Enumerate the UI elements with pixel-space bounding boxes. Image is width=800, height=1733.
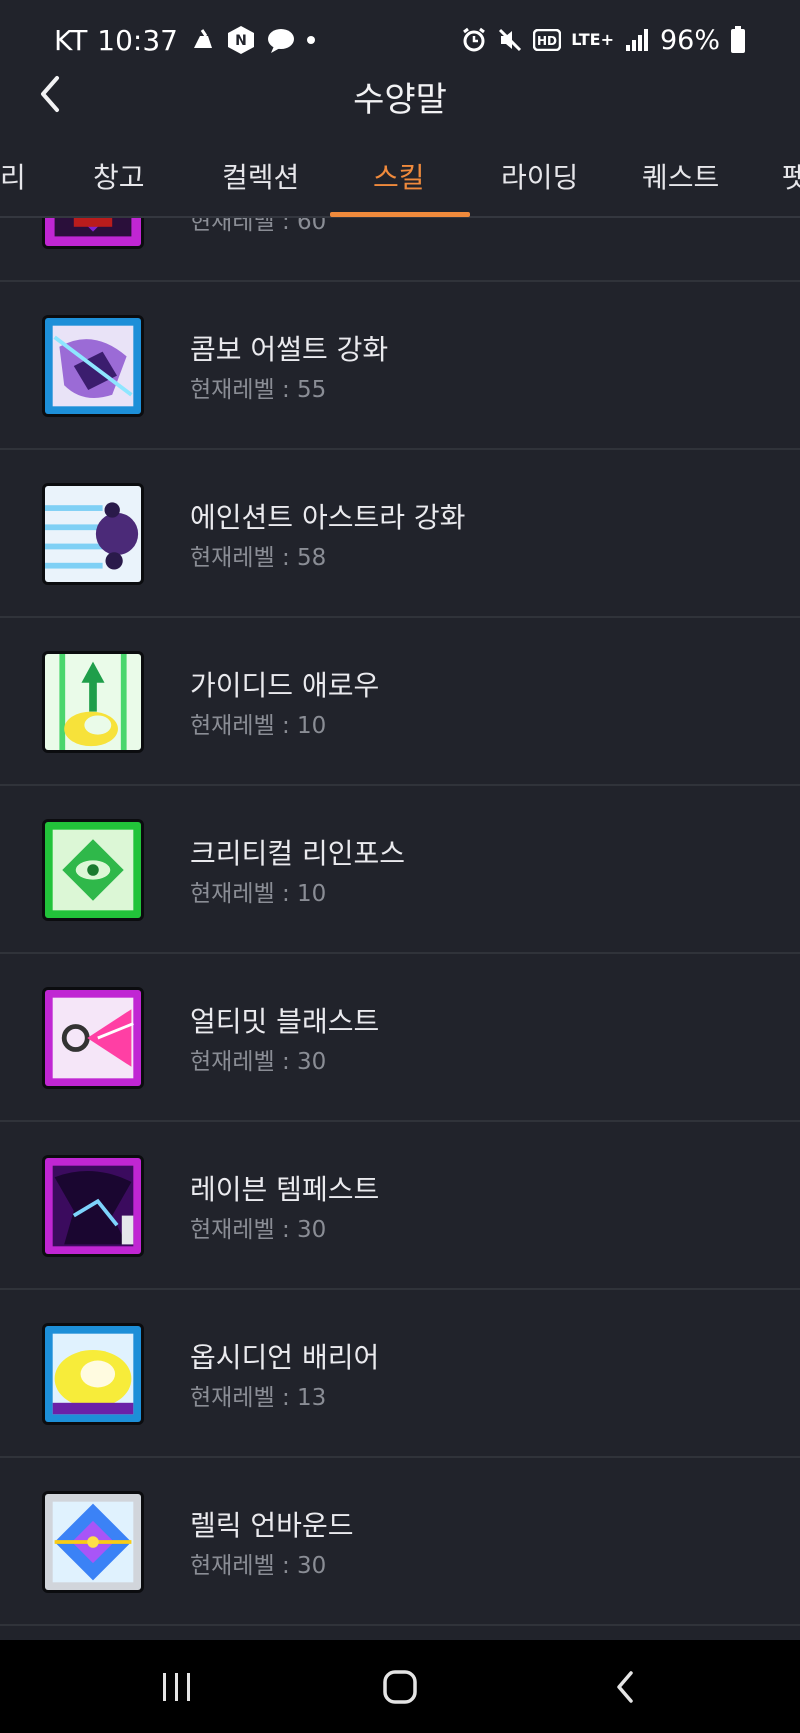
hd-label: HD	[537, 34, 557, 48]
purple-skill-icon	[42, 218, 144, 249]
list-item[interactable]: 가이디드 애로우 현재레벨 : 10	[0, 618, 800, 786]
obsidian-barrier-icon	[42, 1323, 144, 1425]
tab-skill[interactable]: 스킬	[373, 156, 425, 196]
home-button[interactable]	[370, 1662, 430, 1712]
level-prefix: 현재레벨	[190, 1049, 275, 1075]
skill-name: 가이디드 애로우	[190, 669, 380, 702]
ancient-astra-icon	[42, 483, 144, 585]
carrier-label: KT	[54, 23, 88, 57]
mute-icon	[497, 27, 523, 53]
clock: 10:37	[97, 23, 178, 57]
system-nav-bar	[0, 1640, 800, 1733]
list-item[interactable]: 현재레벨 : 60	[0, 218, 800, 282]
skill-name: 콤보 어썰트 강화	[190, 333, 389, 366]
tab-riding[interactable]: 라이딩	[501, 156, 578, 196]
level-separator: :	[281, 1553, 290, 1579]
level-prefix: 현재레벨	[190, 1553, 275, 1579]
tab-collection[interactable]: 컬렉션	[222, 156, 299, 196]
level-prefix: 현재레벨	[190, 713, 275, 739]
level-value: 30	[297, 1049, 327, 1075]
level-separator: :	[281, 545, 290, 571]
guided-arrow-icon	[42, 651, 144, 753]
level-prefix: 현재레벨	[190, 377, 275, 403]
tab-bar: 리 창고 컬렉션 스킬 라이딩 퀘스트 펫	[0, 150, 800, 218]
tab-quest[interactable]: 퀘스트	[642, 156, 719, 196]
skill-level: 현재레벨 : 10	[190, 874, 326, 908]
level-separator: :	[281, 1217, 290, 1243]
tab-partial-left[interactable]: 리	[0, 156, 26, 196]
skill-list[interactable]: 현재레벨 : 60 콤보 어썰트 강화 현재레벨 : 55 에인션트 아스트라 …	[0, 218, 800, 1638]
alarm-icon	[461, 27, 487, 53]
level-value: 60	[297, 218, 327, 235]
skill-name: 에인션트 아스트라 강화	[190, 501, 466, 534]
level-prefix: 현재레벨	[190, 545, 275, 571]
skill-level: 현재레벨 : 30	[190, 1546, 326, 1580]
list-item[interactable]: 얼티밋 블래스트 현재레벨 : 30	[0, 954, 800, 1122]
dot-icon	[306, 35, 316, 45]
list-item[interactable]: 에인션트 아스트라 강화 현재레벨 : 58	[0, 450, 800, 618]
battery-icon	[730, 26, 746, 54]
level-value: 30	[297, 1217, 327, 1243]
skill-name: 렐릭 언바운드	[190, 1509, 354, 1542]
level-prefix: 현재레벨	[190, 1217, 275, 1243]
list-item[interactable]: 옵시디언 배리어 현재레벨 : 13	[0, 1290, 800, 1458]
nav-back-button[interactable]	[596, 1662, 656, 1712]
level-value: 13	[297, 1385, 327, 1411]
skill-name: 옵시디언 배리어	[190, 1341, 380, 1374]
raven-tempest-icon	[42, 1155, 144, 1257]
skill-level: 현재레벨 : 30	[190, 1042, 326, 1076]
naver-badge-text: N	[235, 33, 247, 49]
level-value: 30	[297, 1553, 327, 1579]
ultimate-blast-icon	[42, 987, 144, 1089]
list-item[interactable]: 크리티컬 리인포스 현재레벨 : 10	[0, 786, 800, 954]
tab-storage[interactable]: 창고	[93, 156, 145, 196]
skill-level: 현재레벨 : 58	[190, 538, 326, 572]
level-prefix: 현재레벨	[190, 218, 275, 235]
level-separator: :	[281, 377, 290, 403]
level-value: 55	[297, 377, 327, 403]
chat-icon	[266, 26, 296, 54]
recents-icon	[163, 1673, 190, 1701]
skill-name: 얼티밋 블래스트	[190, 1005, 380, 1038]
battery-percent: 96%	[659, 24, 720, 56]
naver-icon: N	[226, 25, 256, 55]
lte-icon: LTE+	[571, 30, 614, 49]
status-bar-left: KT 10:37 N	[54, 20, 316, 60]
skill-level: 현재레벨 : 60	[190, 218, 326, 236]
skill-name: 레이븐 템페스트	[190, 1173, 380, 1206]
back-icon	[617, 1671, 633, 1703]
level-separator: :	[281, 881, 290, 907]
page-title: 수양말	[353, 80, 447, 120]
level-value: 10	[297, 881, 327, 907]
active-tab-indicator	[330, 212, 470, 217]
signal-icon	[624, 28, 650, 52]
recents-button[interactable]	[147, 1662, 207, 1712]
skill-level: 현재레벨 : 30	[190, 1210, 326, 1244]
level-separator: :	[281, 218, 290, 235]
skill-level: 현재레벨 : 13	[190, 1378, 326, 1412]
skill-level: 현재레벨 : 55	[190, 370, 326, 404]
relic-unbound-icon	[42, 1491, 144, 1593]
home-icon	[383, 1670, 417, 1704]
status-bar-right: HD LTE+ 96%	[461, 20, 746, 60]
list-item[interactable]: 레이븐 템페스트 현재레벨 : 30	[0, 1122, 800, 1290]
level-prefix: 현재레벨	[190, 1385, 275, 1411]
skill-level: 현재레벨 : 10	[190, 706, 326, 740]
cleaner-icon	[188, 26, 216, 54]
app-header: 수양말	[0, 60, 800, 130]
critical-reinforce-icon	[42, 819, 144, 921]
level-value: 10	[297, 713, 327, 739]
tab-pet[interactable]: 펫	[782, 156, 800, 196]
list-item[interactable]: 렐릭 언바운드 현재레벨 : 30	[0, 1458, 800, 1626]
skill-name: 크리티컬 리인포스	[190, 837, 405, 870]
level-separator: :	[281, 713, 290, 739]
level-separator: :	[281, 1385, 290, 1411]
hd-voice-icon: HD	[533, 29, 562, 51]
level-value: 58	[297, 545, 327, 571]
combo-assault-icon	[42, 315, 144, 417]
level-prefix: 현재레벨	[190, 881, 275, 907]
list-item[interactable]: 콤보 어썰트 강화 현재레벨 : 55	[0, 282, 800, 450]
level-separator: :	[281, 1049, 290, 1075]
